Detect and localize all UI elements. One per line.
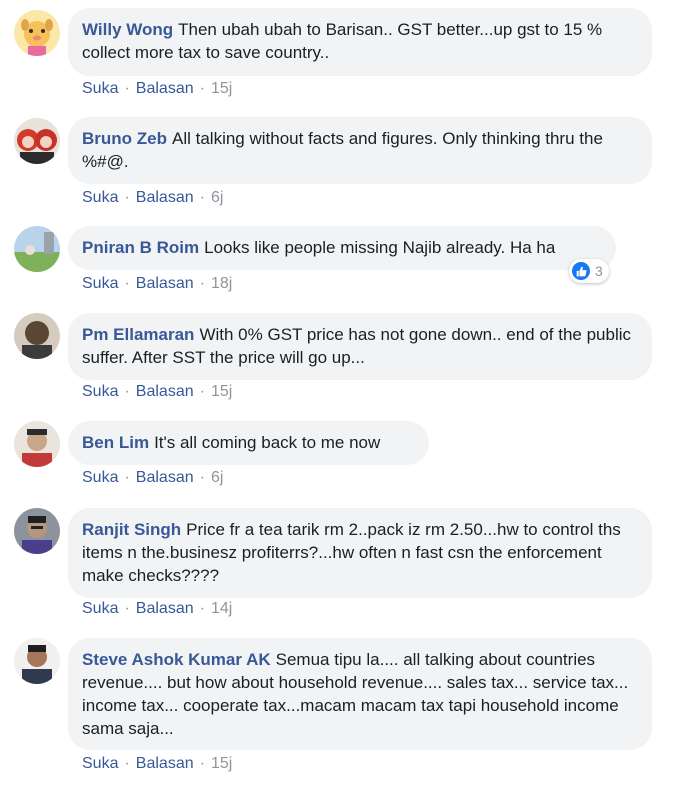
avatar[interactable] (14, 118, 60, 164)
avatar[interactable] (14, 508, 60, 554)
comment-actions: Suka · Balasan · 6j (82, 469, 223, 487)
comment-timestamp[interactable]: 6j (211, 189, 223, 207)
comment-timestamp[interactable]: 6j (211, 469, 223, 487)
separator: · (199, 189, 205, 206)
comment-actions: Suka · Balasan · 18j (82, 275, 232, 293)
separator: · (124, 469, 130, 486)
like-link[interactable]: Suka (82, 383, 118, 401)
separator: · (124, 755, 130, 772)
comment-bubble: Willy Wong Then ubah ubah to Barisan.. GS… (68, 8, 652, 76)
like-link[interactable]: Suka (82, 755, 118, 773)
avatar[interactable] (14, 10, 60, 56)
comment-bubble: Pm Ellamaran With 0% GST price has not go… (68, 313, 652, 380)
separator: · (124, 383, 130, 400)
like-link[interactable]: Suka (82, 80, 118, 98)
separator: · (124, 600, 130, 617)
comment-actions: Suka · Balasan · 15j (82, 383, 232, 401)
comment-timestamp[interactable]: 15j (211, 755, 232, 773)
reply-link[interactable]: Balasan (136, 189, 194, 207)
separator: · (199, 600, 205, 617)
comment-author[interactable]: Ben Lim (82, 433, 149, 452)
comment-bubble: Ranjit Singh Price fr a tea tarik rm 2..p… (68, 508, 652, 598)
separator: · (199, 383, 205, 400)
comment-author[interactable]: Ranjit Singh (82, 520, 181, 539)
comment-actions: Suka · Balasan · 15j (82, 80, 232, 98)
comment-timestamp[interactable]: 15j (211, 80, 232, 98)
comment-actions: Suka · Balasan · 6j (82, 189, 223, 207)
comment-bubble: Pniran B Roim Looks like people missing N… (68, 226, 616, 270)
comment-author[interactable]: Steve Ashok Kumar AK (82, 650, 271, 669)
comment-bubble: Steve Ashok Kumar AK Semua tipu la.... al… (68, 638, 652, 750)
comment-author[interactable]: Bruno Zeb (82, 129, 167, 148)
avatar[interactable] (14, 313, 60, 359)
separator: · (124, 189, 130, 206)
thumbs-up-icon (572, 262, 590, 280)
reply-link[interactable]: Balasan (136, 383, 194, 401)
separator: · (199, 469, 205, 486)
separator: · (199, 755, 205, 772)
separator: · (124, 80, 130, 97)
reaction-number: 3 (595, 263, 603, 279)
reply-link[interactable]: Balasan (136, 80, 194, 98)
comment-actions: Suka · Balasan · 14j (82, 600, 232, 618)
comment-text: It's all coming back to me now (154, 433, 381, 452)
avatar[interactable] (14, 226, 60, 272)
separator: · (124, 275, 130, 292)
comment-author[interactable]: Willy Wong (82, 20, 173, 39)
separator: · (199, 80, 205, 97)
comment-text: Looks like people missing Najib already.… (204, 238, 556, 257)
comment-bubble: Ben Lim It's all coming back to me now (68, 421, 429, 465)
comment-bubble: Bruno Zeb All talking without facts and f… (68, 117, 652, 184)
reply-link[interactable]: Balasan (136, 275, 194, 293)
comment-author[interactable]: Pniran B Roim (82, 238, 199, 257)
comment-actions: Suka · Balasan · 15j (82, 755, 232, 773)
reply-link[interactable]: Balasan (136, 600, 194, 618)
reply-link[interactable]: Balasan (136, 755, 194, 773)
avatar[interactable] (14, 421, 60, 467)
like-link[interactable]: Suka (82, 189, 118, 207)
comment-author[interactable]: Pm Ellamaran (82, 325, 194, 344)
separator: · (199, 275, 205, 292)
like-link[interactable]: Suka (82, 275, 118, 293)
like-link[interactable]: Suka (82, 469, 118, 487)
comment-timestamp[interactable]: 18j (211, 275, 232, 293)
like-link[interactable]: Suka (82, 600, 118, 618)
comment-timestamp[interactable]: 14j (211, 600, 232, 618)
reply-link[interactable]: Balasan (136, 469, 194, 487)
reaction-count[interactable]: 3 (569, 259, 609, 283)
avatar[interactable] (14, 638, 60, 684)
comment-timestamp[interactable]: 15j (211, 383, 232, 401)
